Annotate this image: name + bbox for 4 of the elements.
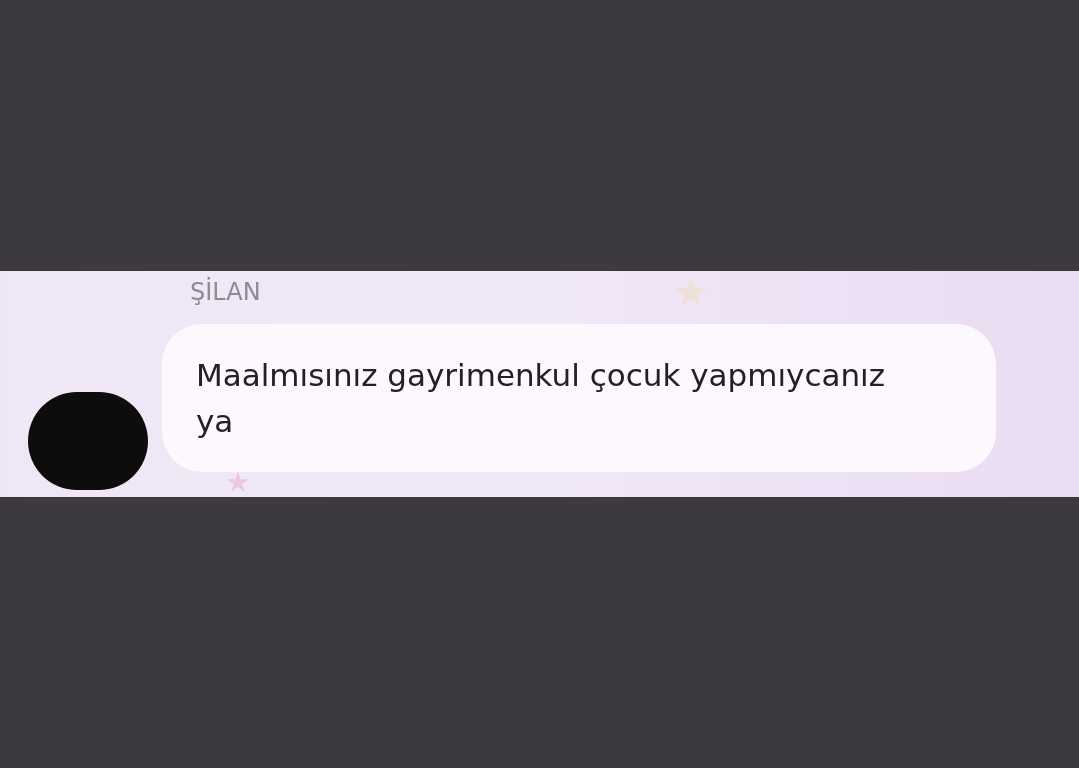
sender-name: ŞİLAN: [190, 276, 261, 308]
message-text: Maalmısınız gayrimenkul çocuk yapmıycanız ya: [196, 356, 886, 441]
star-icon: [674, 276, 708, 308]
star-icon: [226, 471, 250, 493]
